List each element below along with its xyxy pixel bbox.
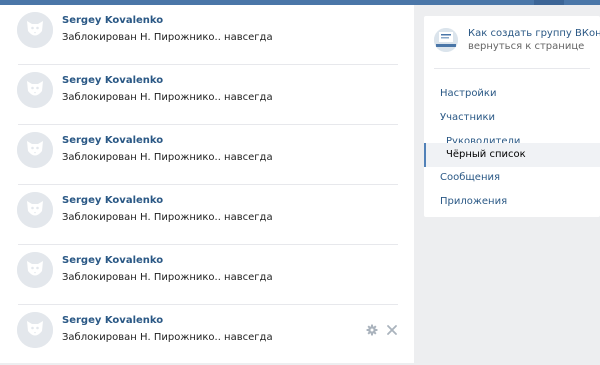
user-avatar[interactable] bbox=[17, 12, 53, 48]
block-status-text: Заблокирован Н. Пирожнико.. навсегда bbox=[62, 32, 273, 43]
user-avatar[interactable] bbox=[17, 192, 53, 228]
community-management-sidebar: Как создать группу ВКонтакте вернуться к… bbox=[424, 16, 600, 217]
user-avatar[interactable] bbox=[17, 72, 53, 108]
header-button[interactable] bbox=[534, 0, 564, 5]
default-avatar-dog-icon bbox=[17, 252, 53, 288]
user-avatar[interactable] bbox=[17, 252, 53, 288]
blacklist-row: Sergey Kovalenko Заблокирован Н. Пирожни… bbox=[0, 124, 414, 185]
default-avatar-dog-icon bbox=[17, 72, 53, 108]
menu-item-settings[interactable]: Настройки bbox=[424, 82, 600, 106]
user-name-link[interactable]: Sergey Kovalenko bbox=[62, 135, 163, 146]
user-avatar[interactable] bbox=[17, 312, 53, 348]
blacklist-row: Sergey Kovalenko Заблокирован Н. Пирожни… bbox=[0, 304, 414, 365]
block-status-text: Заблокирован Н. Пирожнико.. навсегда bbox=[62, 272, 273, 283]
back-to-page-link[interactable]: вернуться к странице bbox=[468, 41, 584, 52]
default-avatar-dog-icon bbox=[17, 132, 53, 168]
block-status-text: Заблокирован Н. Пирожнико.. навсегда bbox=[62, 152, 273, 163]
group-avatar-image-icon bbox=[434, 28, 458, 52]
group-title-link[interactable]: Как создать группу ВКонтакте bbox=[468, 28, 600, 39]
user-name-link[interactable]: Sergey Kovalenko bbox=[62, 75, 163, 86]
block-status-text: Заблокирован Н. Пирожнико.. навсегда bbox=[62, 212, 273, 223]
default-avatar-dog-icon bbox=[17, 12, 53, 48]
blacklist-row: Sergey Kovalenko Заблокирован Н. Пирожни… bbox=[0, 184, 414, 245]
user-name-link[interactable]: Sergey Kovalenko bbox=[62, 195, 163, 206]
block-status-text: Заблокирован Н. Пирожнико.. навсегда bbox=[62, 332, 273, 343]
blacklist-panel: Sergey Kovalenko Заблокирован Н. Пирожни… bbox=[0, 5, 414, 363]
gear-icon[interactable] bbox=[366, 324, 378, 336]
group-card[interactable]: Как создать группу ВКонтакте вернуться к… bbox=[424, 16, 600, 62]
close-icon[interactable] bbox=[386, 324, 398, 336]
menu-divider bbox=[434, 68, 590, 69]
blacklist-row: Sergey Kovalenko Заблокирован Н. Пирожни… bbox=[0, 5, 414, 65]
user-name-link[interactable]: Sergey Kovalenko bbox=[62, 15, 163, 26]
menu-item-blacklist[interactable]: Чёрный список bbox=[424, 143, 600, 167]
blacklist-row: Sergey Kovalenko Заблокирован Н. Пирожни… bbox=[0, 244, 414, 305]
default-avatar-dog-icon bbox=[17, 192, 53, 228]
user-avatar[interactable] bbox=[17, 132, 53, 168]
user-name-link[interactable]: Sergey Kovalenko bbox=[62, 255, 163, 266]
blacklist-row: Sergey Kovalenko Заблокирован Н. Пирожни… bbox=[0, 64, 414, 125]
block-status-text: Заблокирован Н. Пирожнико.. навсегда bbox=[62, 92, 273, 103]
menu-item-messages[interactable]: Сообщения bbox=[424, 166, 600, 190]
group-avatar[interactable] bbox=[434, 28, 458, 52]
menu-item-apps[interactable]: Приложения bbox=[424, 190, 600, 214]
default-avatar-dog-icon bbox=[17, 312, 53, 348]
menu-item-members[interactable]: Участники bbox=[424, 106, 600, 130]
user-name-link[interactable]: Sergey Kovalenko bbox=[62, 315, 163, 326]
